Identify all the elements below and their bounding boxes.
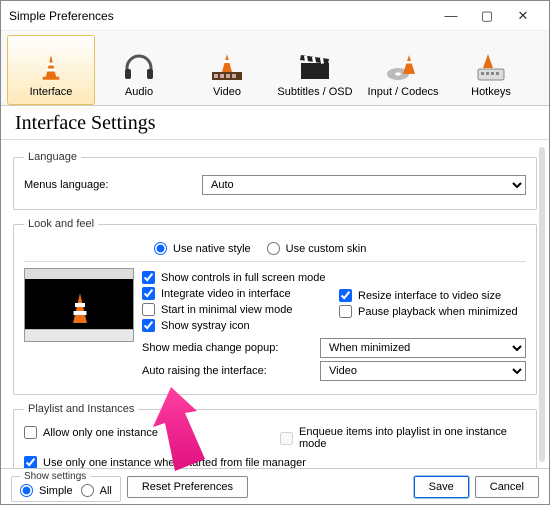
footer: Show settings Simple All Reset Preferenc… (1, 468, 549, 504)
simple-radio[interactable] (20, 484, 33, 497)
all-radio[interactable] (81, 484, 94, 497)
tab-audio[interactable]: Audio (95, 35, 183, 105)
language-legend: Language (24, 151, 81, 163)
tab-label: Interface (30, 86, 73, 98)
playlist-group: Playlist and Instances Allow only one in… (13, 403, 537, 468)
save-button[interactable]: Save (414, 476, 469, 498)
tab-video[interactable]: Video (183, 35, 271, 105)
cone-icon (36, 52, 66, 82)
integrate-video-check[interactable] (142, 287, 155, 300)
resize-interface-check[interactable] (339, 289, 352, 302)
close-button[interactable]: ✕ (505, 2, 541, 30)
enqueue-check (280, 432, 293, 445)
use-native-radio[interactable] (154, 242, 167, 255)
reset-preferences-button[interactable]: Reset Preferences (127, 476, 248, 498)
tab-input-codecs[interactable]: Input / Codecs (359, 35, 447, 105)
preview-thumbnail (24, 268, 134, 342)
language-group: Language Menus language: Auto (13, 151, 537, 210)
settings-scroll-area: Language Menus language: Auto Look and f… (1, 141, 549, 468)
lookfeel-legend: Look and feel (24, 218, 98, 230)
use-one-fm-check[interactable] (24, 456, 37, 468)
titlebar: Simple Preferences — ▢ ✕ (1, 1, 549, 31)
lookfeel-group: Look and feel Use native style Use custo… (13, 218, 537, 395)
menus-language-select[interactable]: Auto (202, 175, 526, 195)
keyboard-cone-icon (474, 52, 508, 82)
tab-label: Audio (125, 86, 153, 98)
tab-hotkeys[interactable]: Hotkeys (447, 35, 535, 105)
media-change-label: Show media change popup: (142, 342, 312, 354)
tab-label: Input / Codecs (368, 86, 439, 98)
use-custom-radio[interactable] (267, 242, 280, 255)
vertical-scrollbar[interactable] (539, 147, 545, 462)
window-title: Simple Preferences (9, 9, 433, 23)
headphones-icon (122, 52, 156, 82)
page-title: Interface Settings (1, 106, 549, 140)
systray-check[interactable] (142, 319, 155, 332)
category-tabs: Interface Audio Video Subtitles / OSD In… (1, 31, 549, 106)
use-custom-label: Use custom skin (286, 243, 367, 255)
clapper-icon (298, 52, 332, 82)
disc-cone-icon (386, 52, 420, 82)
tab-interface[interactable]: Interface (7, 35, 95, 105)
show-settings-legend: Show settings (20, 471, 90, 482)
auto-raise-select[interactable]: Video (320, 361, 526, 381)
auto-raise-label: Auto raising the interface: (142, 365, 312, 377)
menus-language-label: Menus language: (24, 179, 194, 191)
use-native-label: Use native style (173, 243, 251, 255)
tab-label: Video (213, 86, 241, 98)
minimize-button[interactable]: — (433, 2, 469, 30)
pause-minimized-check[interactable] (339, 305, 352, 318)
playlist-legend: Playlist and Instances (24, 403, 138, 415)
minimal-view-check[interactable] (142, 303, 155, 316)
maximize-button[interactable]: ▢ (469, 2, 505, 30)
show-settings-group: Show settings Simple All (11, 471, 121, 502)
media-change-select[interactable]: When minimized (320, 338, 526, 358)
cancel-button[interactable]: Cancel (475, 476, 539, 498)
show-controls-check[interactable] (142, 271, 155, 284)
film-cone-icon (210, 52, 244, 82)
tab-subtitles[interactable]: Subtitles / OSD (271, 35, 359, 105)
allow-one-check[interactable] (24, 426, 37, 439)
tab-label: Subtitles / OSD (277, 86, 352, 98)
tab-label: Hotkeys (471, 86, 511, 98)
